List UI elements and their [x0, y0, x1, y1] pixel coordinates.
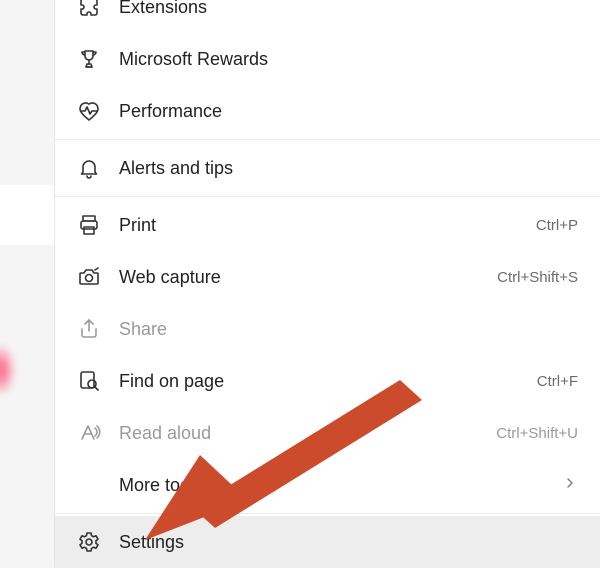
menu-item-label: Settings — [119, 532, 578, 553]
menu-item-web-capture[interactable]: Web capture Ctrl+Shift+S — [55, 251, 600, 303]
printer-icon — [77, 213, 101, 237]
menu-item-label: Print — [119, 215, 518, 236]
decorative-blob — [0, 346, 14, 394]
puzzle-icon — [77, 0, 101, 19]
menu-separator — [55, 513, 600, 514]
menu-item-alerts-tips[interactable]: Alerts and tips — [55, 142, 600, 194]
read-aloud-icon — [77, 421, 101, 445]
menu-shortcut: Ctrl+Shift+U — [496, 425, 578, 442]
page-background-strip — [0, 185, 54, 245]
menu-shortcut: Ctrl+P — [536, 217, 578, 234]
menu-item-label: Share — [119, 319, 578, 340]
menu-item-label: Read aloud — [119, 423, 478, 444]
camera-icon — [77, 265, 101, 289]
bell-icon — [77, 156, 101, 180]
menu-item-find-on-page[interactable]: Find on page Ctrl+F — [55, 355, 600, 407]
menu-separator — [55, 196, 600, 197]
gear-icon — [77, 530, 101, 554]
menu-item-label: Microsoft Rewards — [119, 49, 578, 70]
menu-item-extensions[interactable]: Extensions — [55, 0, 600, 33]
menu-item-label: Web capture — [119, 267, 479, 288]
menu-item-more-tools[interactable]: More tools — [55, 459, 600, 511]
menu-item-label: Extensions — [119, 0, 578, 18]
menu-item-label: More tools — [119, 475, 544, 496]
menu-item-share: Share — [55, 303, 600, 355]
trophy-icon — [77, 47, 101, 71]
heart-rate-icon — [77, 99, 101, 123]
menu-shortcut: Ctrl+F — [537, 373, 578, 390]
menu-separator — [55, 139, 600, 140]
menu-shortcut: Ctrl+Shift+S — [497, 269, 578, 286]
find-icon — [77, 369, 101, 393]
menu-item-read-aloud: Read aloud Ctrl+Shift+U — [55, 407, 600, 459]
chevron-right-icon — [562, 475, 578, 496]
blank-icon — [77, 473, 101, 497]
menu-item-print[interactable]: Print Ctrl+P — [55, 199, 600, 251]
menu-item-label: Performance — [119, 101, 578, 122]
menu-item-microsoft-rewards[interactable]: Microsoft Rewards — [55, 33, 600, 85]
menu-item-performance[interactable]: Performance — [55, 85, 600, 137]
menu-item-label: Find on page — [119, 371, 519, 392]
menu-item-label: Alerts and tips — [119, 158, 578, 179]
share-icon — [77, 317, 101, 341]
menu-item-settings[interactable]: Settings — [55, 516, 600, 568]
app-menu: Extensions Microsoft Rewards Performance… — [54, 0, 600, 568]
